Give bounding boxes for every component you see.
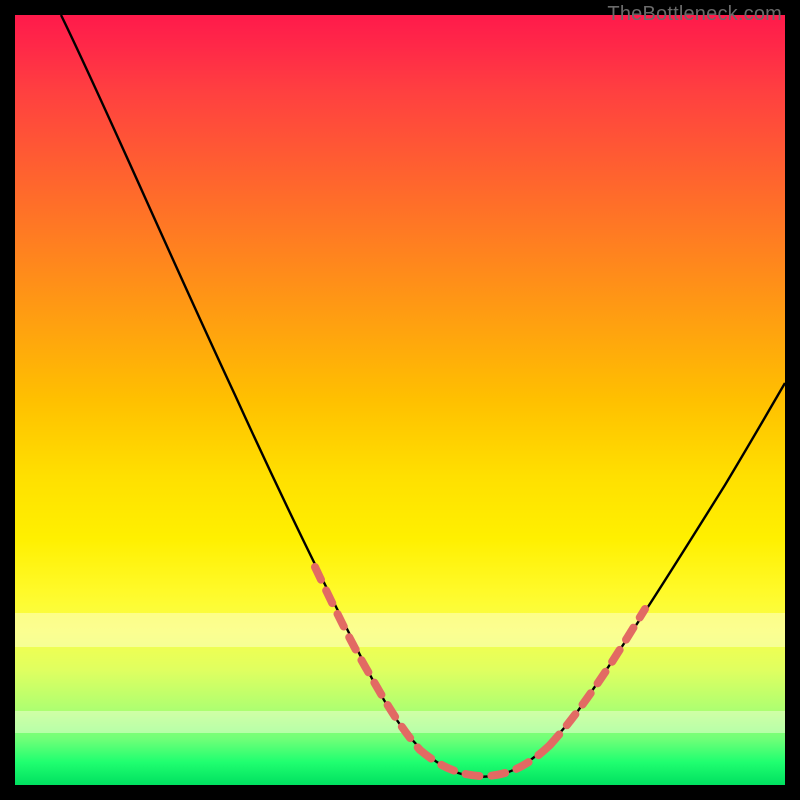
chart-frame bbox=[15, 15, 785, 785]
bottleneck-curve bbox=[61, 15, 785, 777]
dash-segment-left bbox=[315, 567, 420, 750]
dash-segment-bottom bbox=[420, 745, 550, 776]
watermark-text: TheBottleneck.com bbox=[607, 3, 782, 26]
curve-svg bbox=[15, 15, 785, 785]
dash-segment-right bbox=[550, 609, 645, 745]
